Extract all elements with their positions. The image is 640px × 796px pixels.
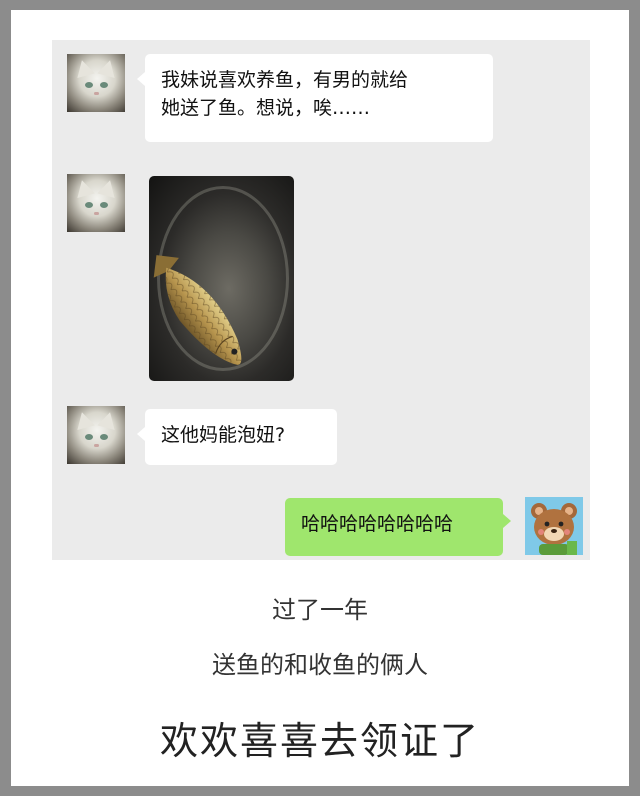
chat-screenshot: 我妹说喜欢养鱼，有男的就给 她送了鱼。想说，唉…… 这他妈能泡妞? 哈哈哈哈哈哈…	[52, 40, 590, 560]
cartoon-bear-icon	[531, 503, 577, 555]
message-bubble[interactable]: 这他妈能泡妞?	[137, 409, 337, 465]
fish-photo-message[interactable]	[149, 176, 294, 381]
message-text-line: 她送了鱼。想说，唉……	[161, 97, 371, 119]
outgoing-message-bubble[interactable]: 哈哈哈哈哈哈哈哈	[285, 498, 511, 556]
bear-avatar[interactable]	[525, 497, 583, 555]
cat-avatar[interactable]	[67, 174, 125, 232]
cat-avatar[interactable]	[67, 406, 125, 464]
message-text-line: 我妹说喜欢养鱼，有男的就给	[161, 69, 409, 91]
caption-line: 过了一年	[272, 596, 368, 624]
cat-avatar[interactable]	[67, 54, 125, 112]
caption-line: 送鱼的和收鱼的俩人	[212, 651, 428, 679]
message-text: 这他妈能泡妞?	[161, 424, 286, 446]
caption-headline: 欢欢喜喜去领证了	[159, 719, 480, 763]
message-text: 哈哈哈哈哈哈哈哈	[301, 513, 454, 535]
message-bubble[interactable]: 我妹说喜欢养鱼，有男的就给 她送了鱼。想说，唉……	[137, 54, 493, 142]
